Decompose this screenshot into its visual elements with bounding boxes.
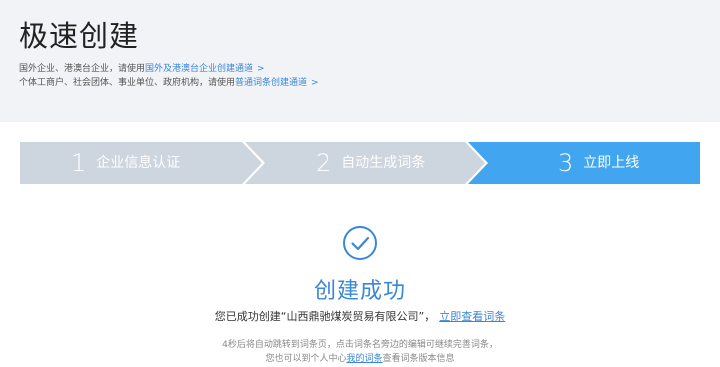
- hint-individual: 个体工商户、社会团体、事业单位、政府机构，请使用普通词条创建通道 >: [19, 75, 319, 88]
- step-3-number: 3: [558, 149, 574, 177]
- hint-individual-text: 个体工商户、社会团体、事业单位、政府机构，请使用: [19, 78, 236, 88]
- hint-foreign: 国外企业、港澳台企业，请使用国外及港澳台企业创建通道 >: [19, 61, 265, 74]
- step-1: 1 企业信息认证: [71, 142, 180, 184]
- header-panel: 极速创建 国外企业、港澳台企业，请使用国外及港澳台企业创建通道 > 个体工商户、社…: [0, 0, 720, 122]
- my-entries-link[interactable]: 我的词条: [346, 354, 382, 364]
- success-message: 您已成功创建“山西鼎驰煤炭贸易有限公司”， 立即查看词条: [0, 308, 720, 324]
- step-2-label: 自动生成词条: [341, 155, 426, 171]
- page-title: 极速创建: [19, 19, 140, 53]
- step-1-label: 企业信息认证: [96, 155, 181, 171]
- step-1-number: 1: [71, 149, 87, 177]
- step-2: 2 自动生成词条: [316, 142, 425, 184]
- foreign-channel-link[interactable]: 国外及港澳台企业创建通道: [145, 64, 253, 74]
- normal-channel-link[interactable]: 普通词条创建通道: [235, 78, 307, 88]
- step-3: 3 立即上线: [558, 142, 639, 184]
- chevron-right-icon[interactable]: >: [311, 78, 319, 88]
- personal-center-text: 您也可以到个人中心: [265, 354, 347, 364]
- personal-center-suffix: 查看词条版本信息: [382, 354, 455, 364]
- personal-center-note: 您也可以到个人中心我的词条查看词条版本信息: [0, 351, 720, 364]
- hint-foreign-text: 国外企业、港澳台企业，请使用: [19, 64, 146, 74]
- chevron-right-icon[interactable]: >: [257, 64, 265, 74]
- step-2-number: 2: [316, 149, 332, 177]
- progress-steps: 1 企业信息认证 2 自动生成词条 3 立即上线: [20, 142, 700, 184]
- success-message-text: 您已成功创建“山西鼎驰煤炭贸易有限公司”，: [214, 310, 436, 323]
- success-title: 创建成功: [313, 279, 406, 304]
- redirect-note: 4秒后将自动跳转到词条页，点击词条名旁边的编辑可继续完善词条，: [222, 340, 498, 350]
- check-circle-icon: [343, 226, 377, 260]
- view-entry-link[interactable]: 立即查看词条: [439, 310, 505, 323]
- step-3-label: 立即上线: [583, 155, 640, 171]
